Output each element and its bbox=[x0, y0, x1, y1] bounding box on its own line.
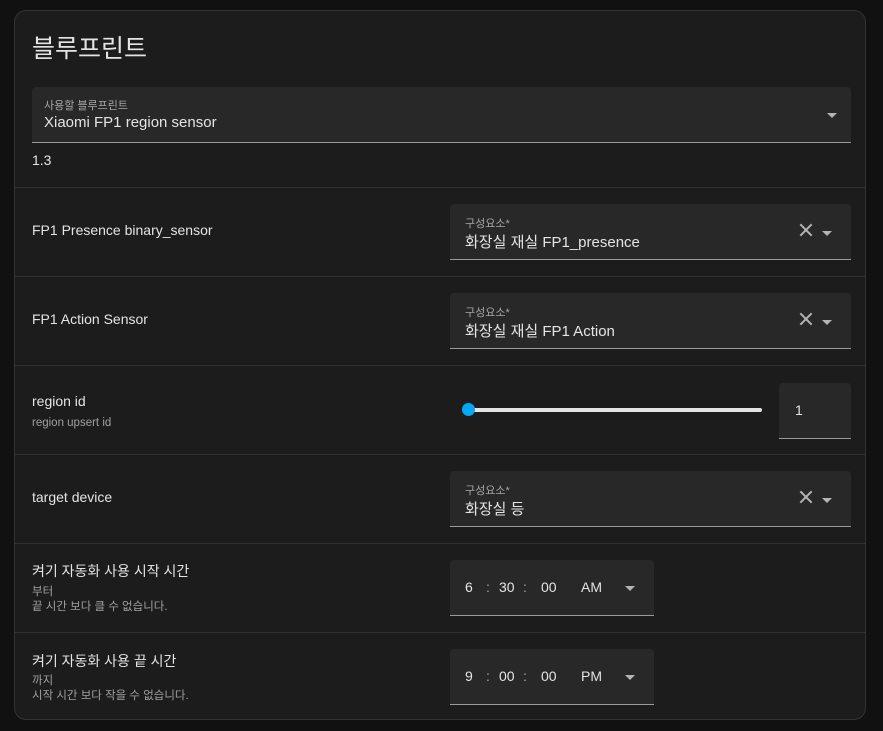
chevron-down-icon[interactable] bbox=[822, 498, 832, 503]
presence-sensor-label: FP1 Presence binary_sensor bbox=[32, 222, 213, 238]
chevron-down-icon[interactable] bbox=[822, 320, 832, 325]
target-entity-value: 화장실 등 bbox=[465, 501, 525, 518]
chevron-down-icon[interactable] bbox=[827, 113, 837, 118]
target-entity-picker[interactable]: 구성요소* 화장실 등 bbox=[450, 471, 851, 527]
card-title: 블루프린트 bbox=[32, 35, 148, 63]
end-hours[interactable]: 9 bbox=[465, 668, 473, 684]
action-entity-picker[interactable]: 구성요소* 화장실 재실 FP1 Action bbox=[450, 293, 851, 349]
end-time-picker[interactable]: 9 : 00 : 00 PM bbox=[450, 649, 654, 705]
divider bbox=[15, 365, 865, 366]
end-seconds[interactable]: 00 bbox=[541, 668, 557, 684]
start-minutes[interactable]: 30 bbox=[499, 579, 515, 595]
start-seconds[interactable]: 00 bbox=[541, 579, 557, 595]
blueprint-card: 블루프린트 사용할 블루프린트 Xiaomi FP1 region sensor… bbox=[14, 10, 866, 720]
end-time-description-1: 까지 bbox=[32, 675, 54, 687]
start-time-label: 켜기 자동화 사용 시작 시간 bbox=[32, 563, 190, 579]
clear-icon[interactable] bbox=[797, 310, 815, 328]
presence-entity-picker[interactable]: 구성요소* 화장실 재실 FP1_presence bbox=[450, 204, 851, 260]
clear-icon[interactable] bbox=[797, 488, 815, 506]
end-time-description-2: 시작 시간 보다 작을 수 없습니다. bbox=[32, 690, 189, 702]
presence-entity-field-label: 구성요소* bbox=[465, 218, 510, 230]
region-id-input[interactable]: 1 bbox=[779, 383, 851, 439]
action-entity-field-label: 구성요소* bbox=[465, 307, 510, 319]
divider bbox=[15, 454, 865, 455]
action-sensor-label: FP1 Action Sensor bbox=[32, 311, 148, 327]
start-time-picker[interactable]: 6 : 30 : 00 AM bbox=[450, 560, 654, 616]
end-ampm[interactable]: PM bbox=[581, 668, 602, 684]
region-id-value: 1 bbox=[795, 402, 803, 418]
start-time-description-1: 부터 bbox=[32, 586, 54, 598]
time-separator: : bbox=[523, 668, 527, 684]
blueprint-version: 1.3 bbox=[32, 152, 52, 168]
divider bbox=[15, 276, 865, 277]
region-slider-thumb[interactable] bbox=[461, 403, 475, 416]
divider bbox=[15, 543, 865, 544]
start-ampm[interactable]: AM bbox=[581, 579, 602, 595]
blueprint-select[interactable]: 사용할 블루프린트 Xiaomi FP1 region sensor bbox=[32, 87, 851, 143]
chevron-down-icon[interactable] bbox=[625, 586, 635, 591]
chevron-down-icon[interactable] bbox=[625, 675, 635, 680]
action-entity-value: 화장실 재실 FP1 Action bbox=[465, 323, 615, 340]
divider bbox=[15, 187, 865, 188]
region-slider-track[interactable] bbox=[468, 408, 762, 412]
divider bbox=[15, 632, 865, 633]
start-hours[interactable]: 6 bbox=[465, 579, 473, 595]
region-id-label: region id bbox=[32, 393, 86, 409]
time-separator: : bbox=[486, 579, 490, 595]
chevron-down-icon[interactable] bbox=[822, 231, 832, 236]
time-separator: : bbox=[523, 579, 527, 595]
end-minutes[interactable]: 00 bbox=[499, 668, 515, 684]
target-device-label: target device bbox=[32, 489, 113, 505]
blueprint-select-value: Xiaomi FP1 region sensor bbox=[44, 114, 217, 131]
clear-icon[interactable] bbox=[797, 221, 815, 239]
end-time-label: 켜기 자동화 사용 끝 시간 bbox=[32, 653, 177, 669]
target-entity-field-label: 구성요소* bbox=[465, 485, 510, 497]
start-time-description-2: 끝 시간 보다 클 수 없습니다. bbox=[32, 601, 168, 613]
region-id-description: region upsert id bbox=[32, 417, 112, 429]
presence-entity-value: 화장실 재실 FP1_presence bbox=[465, 234, 640, 251]
blueprint-select-label: 사용할 블루프린트 bbox=[44, 100, 129, 112]
time-separator: : bbox=[486, 668, 490, 684]
